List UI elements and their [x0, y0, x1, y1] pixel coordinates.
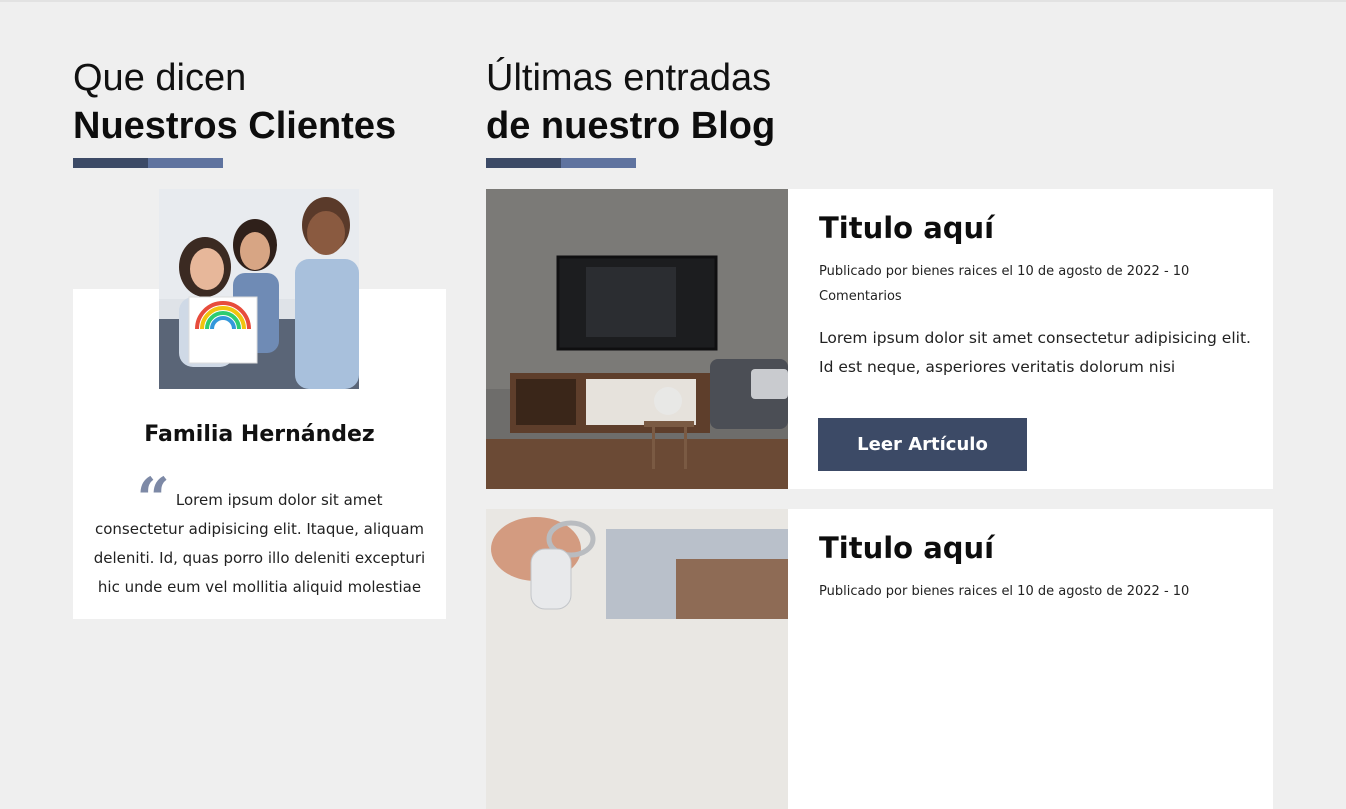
client-photo — [159, 189, 359, 389]
family-photo-image — [159, 189, 359, 389]
blog-heading: Últimas entradas de nuestro Blog — [486, 54, 775, 150]
blog-post-card: Titulo aquí Publicado por bienes raices … — [486, 189, 1273, 489]
blog-post-meta: Publicado por bienes raices el 10 de ago… — [819, 584, 1190, 599]
underline-light-segment — [148, 158, 223, 168]
blog-post-image[interactable] — [486, 189, 788, 489]
underline-dark-segment — [486, 158, 561, 168]
blog-heading-light: Últimas entradas — [486, 57, 772, 99]
testimonial-quote: “Lorem ipsum dolor sit amet consectetur … — [93, 470, 426, 602]
testimonials-heading-underline — [73, 158, 223, 168]
underline-light-segment — [561, 158, 636, 168]
testimonials-heading: Que dicen Nuestros Clientes — [73, 54, 396, 150]
blog-post-title[interactable]: Titulo aquí — [819, 211, 994, 245]
blog-post-meta: Publicado por bienes raices el 10 de ago… — [819, 264, 1190, 304]
blog-post-card: Titulo aquí Publicado por bienes raices … — [486, 509, 1273, 809]
blog-post-excerpt: Lorem ipsum dolor sit amet consectetur a… — [819, 329, 1251, 376]
blog-heading-underline — [486, 158, 636, 168]
read-article-button[interactable]: Leer Artículo — [818, 418, 1027, 471]
testimonials-heading-bold: Nuestros Clientes — [73, 105, 397, 147]
keys-image — [486, 509, 788, 809]
underline-dark-segment — [73, 158, 148, 168]
testimonials-heading-light: Que dicen — [73, 57, 247, 99]
living-room-image — [486, 189, 788, 489]
blog-post-title[interactable]: Titulo aquí — [819, 531, 994, 565]
client-name: Familia Hernández — [144, 422, 375, 447]
blog-post-image[interactable] — [486, 509, 788, 809]
blog-heading-bold: de nuestro Blog — [486, 105, 776, 147]
